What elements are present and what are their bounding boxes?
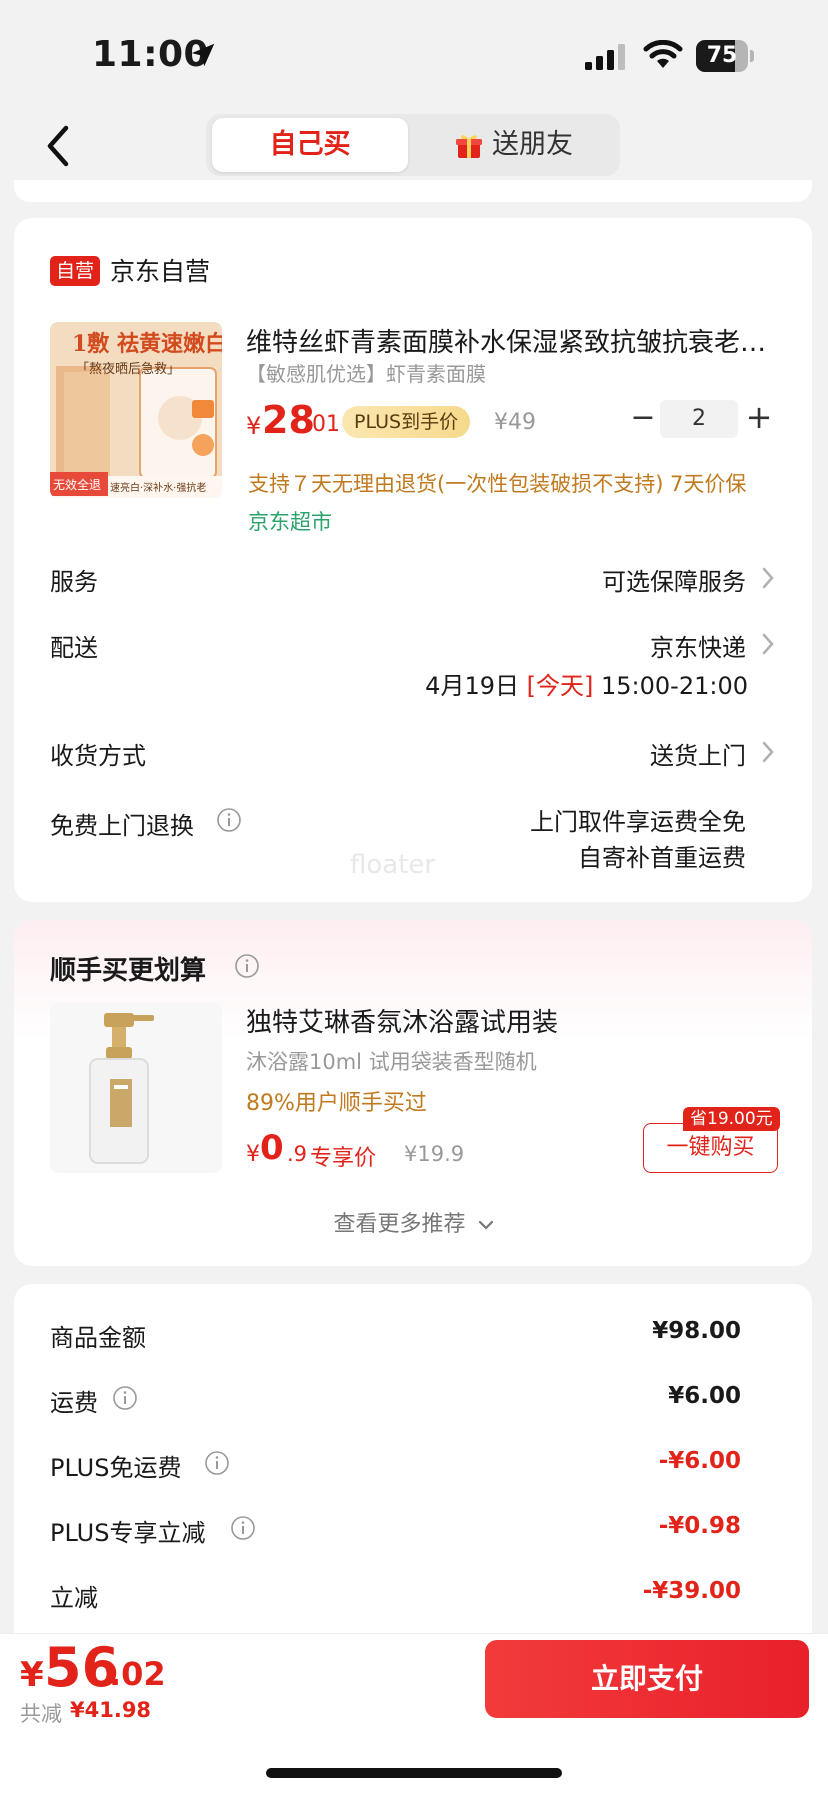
- product-subtitle: 【敏感肌优选】虾青素面膜: [246, 362, 486, 386]
- delivery-date: 4月19日: [425, 672, 519, 700]
- order-item-card: [14, 218, 812, 902]
- product-image-corner: 无效全退: [53, 478, 102, 492]
- product-image[interactable]: 1敷 祛黄速嫩白 「熬夜晒后急救」 速亮白·深补水·强抗老 无效全退: [50, 322, 222, 498]
- total-integer: 56: [44, 1636, 120, 1699]
- tab-gift-friend[interactable]: 送朋友: [492, 118, 573, 172]
- rec-price-integer: 0: [260, 1128, 284, 1168]
- summary-value: ¥98.00: [652, 1318, 741, 1344]
- receive-method-value[interactable]: 送货上门: [650, 736, 746, 771]
- quantity-decrease-button[interactable]: −: [630, 400, 656, 436]
- battery-icon: 75: [696, 40, 754, 72]
- back-arrow-icon[interactable]: [40, 120, 80, 172]
- quantity-input[interactable]: 2: [660, 400, 738, 438]
- rec-price-decimal: .9: [287, 1142, 308, 1166]
- self-operated-badge: 自营: [50, 256, 101, 286]
- free-return-label: 免费上门退换: [50, 812, 194, 840]
- battery-level: 75: [706, 43, 738, 68]
- home-indicator: [266, 1768, 562, 1778]
- delivery-window: 15:00-21:00: [601, 672, 748, 700]
- chevron-down-icon: [478, 1220, 493, 1230]
- watermark: floater: [350, 850, 436, 880]
- info-icon[interactable]: [204, 1450, 230, 1476]
- store-name[interactable]: 京东自营: [110, 252, 210, 288]
- service-label: 服务: [50, 568, 98, 596]
- summary-label: 立减: [50, 1584, 98, 1612]
- rec-price-currency: ¥: [246, 1142, 260, 1167]
- delivery-time[interactable]: 4月19日 [今天] 15:00-21:00: [425, 666, 748, 701]
- info-icon[interactable]: [230, 1515, 256, 1541]
- supermarket-tag[interactable]: 京东超市: [248, 506, 332, 536]
- total-saved-amount[interactable]: ¥41.98: [70, 1698, 151, 1722]
- summary-value: -¥6.00: [658, 1448, 741, 1474]
- price-decimal: .01: [305, 412, 340, 437]
- price-currency: ¥: [246, 412, 262, 440]
- previous-card-edge: [14, 180, 812, 202]
- summary-value: -¥0.98: [658, 1513, 741, 1539]
- save-amount-tag: 省19.00元: [683, 1107, 780, 1131]
- summary-label: 运费: [50, 1389, 98, 1417]
- recommended-product-name[interactable]: 独特艾琳香氛沐浴露试用装: [246, 1002, 558, 1039]
- delivery-carrier[interactable]: 京东快递: [650, 628, 746, 663]
- original-price: ¥49: [494, 410, 536, 435]
- info-icon[interactable]: [234, 953, 260, 979]
- chevron-right-icon[interactable]: [760, 739, 776, 765]
- service-value[interactable]: 可选保障服务: [602, 562, 746, 597]
- more-recommendations-label: 查看更多推荐: [333, 1212, 466, 1237]
- location-arrow-icon: [191, 43, 215, 67]
- wifi-icon: [643, 40, 683, 68]
- recommendation-title: 顺手买更划算: [50, 956, 207, 986]
- gift-icon: [456, 135, 482, 158]
- summary-label: PLUS专享立减: [50, 1519, 206, 1547]
- total-saved-label: 共减: [20, 1702, 62, 1726]
- recommended-product-image[interactable]: [50, 1003, 222, 1173]
- delivery-label: 配送: [50, 634, 98, 662]
- signal-icon: [585, 44, 625, 70]
- product-title[interactable]: 维特丝虾青素面膜补水保湿紧致抗皱抗衰老…: [246, 322, 766, 359]
- recommended-buyers-rate: 89%用户顺手买过: [246, 1091, 427, 1116]
- product-image-subline: 「熬夜晒后急救」: [76, 362, 181, 377]
- quantity-increase-button[interactable]: +: [744, 398, 774, 436]
- pay-now-button[interactable]: 立即支付: [485, 1640, 809, 1718]
- more-recommendations-link[interactable]: 查看更多推荐: [0, 1206, 828, 1238]
- recommended-product-subtitle: 沐浴露10ml 试用袋装香型随机: [246, 1050, 537, 1074]
- rec-exclusive-price-tag: 专享价: [310, 1146, 377, 1171]
- total-currency: ¥: [20, 1655, 44, 1695]
- chevron-right-icon[interactable]: [760, 565, 776, 591]
- tab-self-buy[interactable]: 自己买: [212, 118, 408, 172]
- summary-label: PLUS免运费: [50, 1454, 182, 1482]
- product-image-headline: 1敷 祛黄速嫩白: [72, 331, 222, 357]
- free-return-line2: 自寄补首重运费: [578, 844, 746, 872]
- return-policy-note: 支持７天无理由退货(一次性包装破损不支持) 7天价保: [248, 472, 747, 496]
- summary-label: 商品金额: [50, 1324, 146, 1352]
- summary-value: ¥6.00: [668, 1383, 741, 1409]
- summary-value: -¥39.00: [642, 1578, 741, 1604]
- rec-original-price: ¥19.9: [404, 1142, 465, 1166]
- delivery-today: [今天]: [526, 672, 594, 700]
- plus-price-badge: PLUS到手价: [342, 406, 471, 438]
- chevron-right-icon[interactable]: [760, 631, 776, 657]
- receive-method-label: 收货方式: [50, 742, 146, 770]
- total-decimal: .02: [109, 1655, 166, 1693]
- info-icon[interactable]: [112, 1385, 138, 1411]
- product-image-bottom: 速亮白·深补水·强抗老: [110, 483, 207, 494]
- info-icon[interactable]: [216, 807, 242, 833]
- free-return-line1: 上门取件享运费全免: [530, 808, 746, 836]
